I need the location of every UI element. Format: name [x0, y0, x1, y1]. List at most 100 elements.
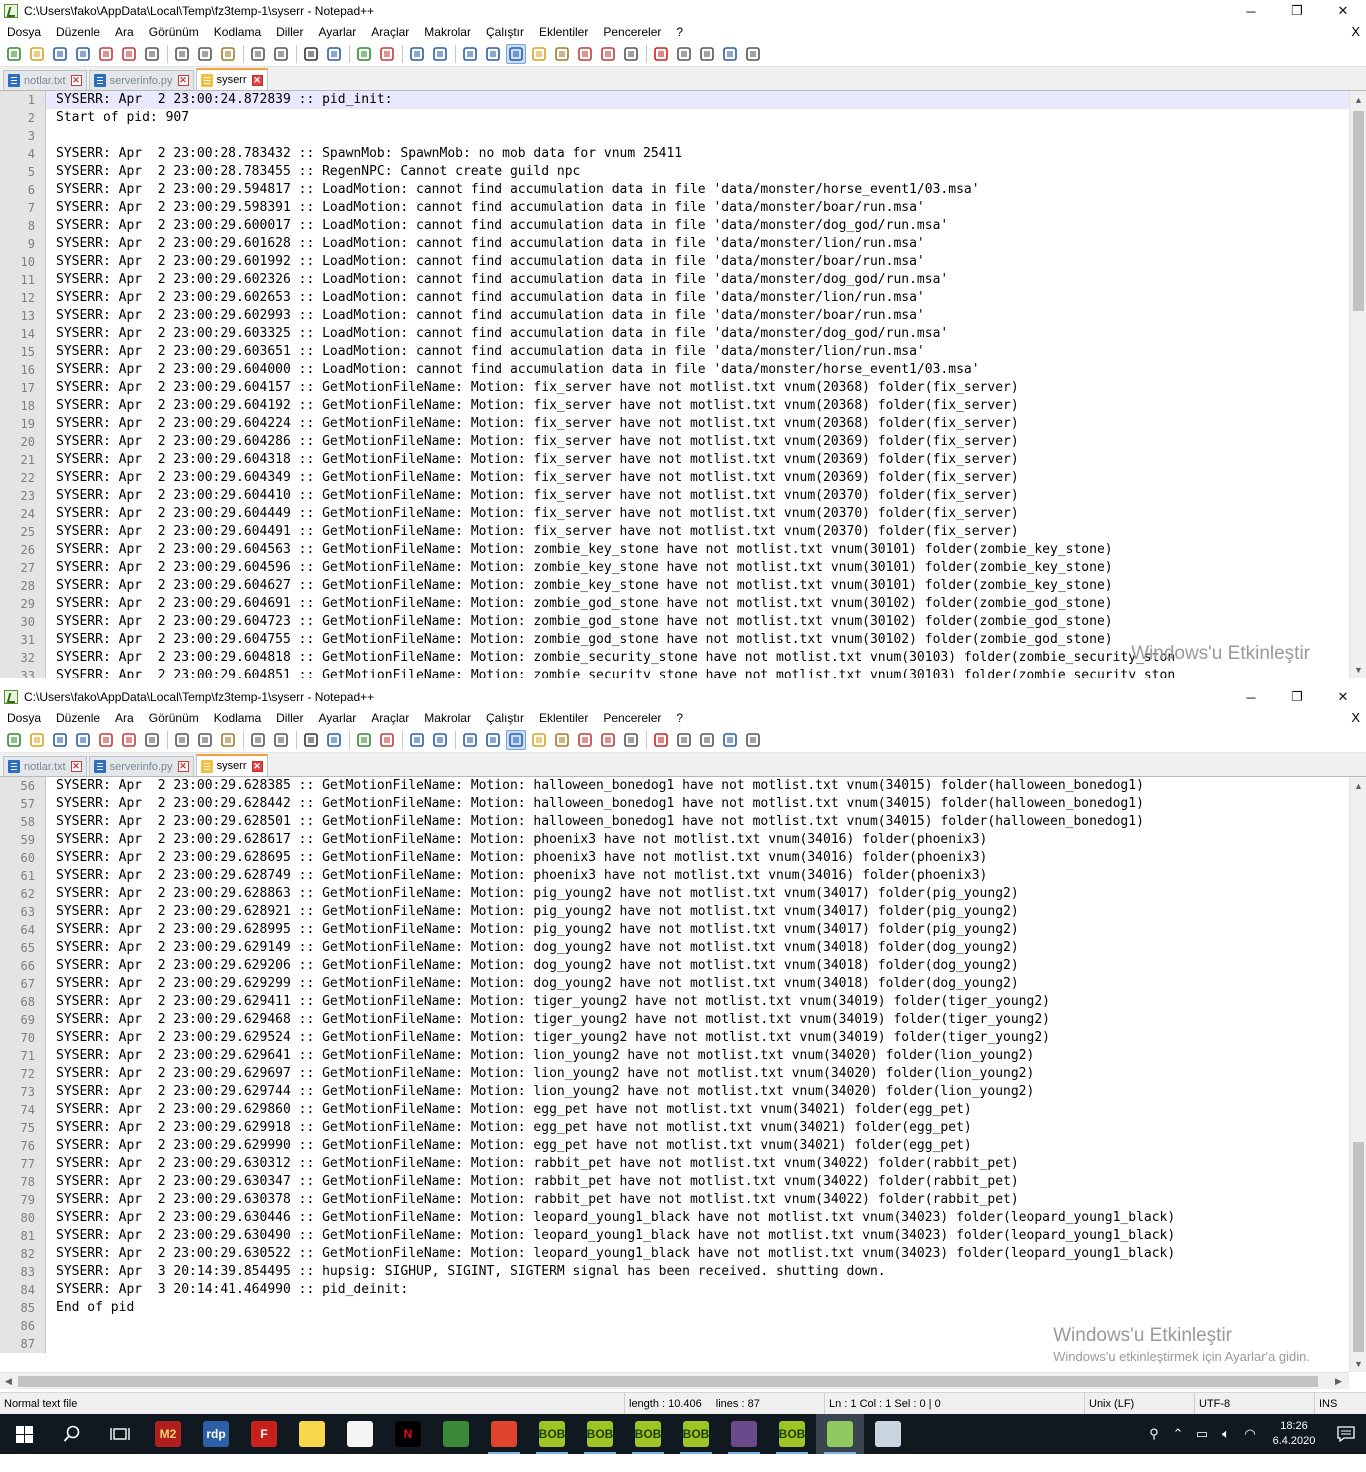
line-text[interactable]: SYSERR: Apr 2 23:00:29.629149 :: GetMoti…: [46, 939, 1019, 957]
line-text[interactable]: SYSERR: Apr 2 23:00:29.604818 :: GetMoti…: [46, 649, 1175, 667]
scroll-up-icon[interactable]: ▲: [1350, 777, 1366, 794]
code-line[interactable]: 9 SYSERR: Apr 2 23:00:29.601628 :: LoadMo…: [0, 235, 1366, 253]
code-line[interactable]: 26 SYSERR: Apr 2 23:00:29.604563 :: GetMo…: [0, 541, 1366, 559]
code-line[interactable]: 14 SYSERR: Apr 2 23:00:29.603325 :: LoadM…: [0, 325, 1366, 343]
taskbar-app-icon[interactable]: BOB: [672, 1414, 720, 1454]
line-text[interactable]: SYSERR: Apr 2 23:00:29.628501 :: GetMoti…: [46, 813, 1144, 831]
line-text[interactable]: SYSERR: Apr 2 23:00:29.604224 :: GetMoti…: [46, 415, 1019, 433]
code-line[interactable]: 15 SYSERR: Apr 2 23:00:29.603651 :: LoadM…: [0, 343, 1366, 361]
line-text[interactable]: SYSERR: Apr 2 23:00:29.629468 :: GetMoti…: [46, 1011, 1050, 1029]
code-line[interactable]: 10 SYSERR: Apr 2 23:00:29.601992 :: LoadM…: [0, 253, 1366, 271]
indent-guide-icon[interactable]: [506, 730, 526, 750]
taskbar-app-icon[interactable]: [816, 1414, 864, 1454]
find-icon[interactable]: [301, 44, 321, 64]
zoom-out-icon[interactable]: [377, 44, 397, 64]
minimize-button[interactable]: ─: [1228, 686, 1274, 708]
monitoring-icon[interactable]: [621, 730, 641, 750]
code-line[interactable]: 83 SYSERR: Apr 3 20:14:39.854495 :: hupsi…: [0, 1263, 1366, 1281]
tab-close-icon[interactable]: ✕: [251, 74, 263, 86]
find-icon[interactable]: [301, 730, 321, 750]
taskbar-app-icon[interactable]: [480, 1414, 528, 1454]
code-line[interactable]: 69 SYSERR: Apr 2 23:00:29.629468 :: GetMo…: [0, 1011, 1366, 1029]
close-file-icon[interactable]: [96, 44, 116, 64]
line-text[interactable]: SYSERR: Apr 2 23:00:29.603651 :: LoadMot…: [46, 343, 925, 361]
text-editor[interactable]: 56 SYSERR: Apr 2 23:00:29.628385 :: GetMo…: [0, 777, 1366, 1389]
taskbar-app-icon[interactable]: [288, 1414, 336, 1454]
run-macro-multiple-icon[interactable]: [720, 44, 740, 64]
play-macro-icon[interactable]: [697, 730, 717, 750]
scrollbar-thumb[interactable]: [1353, 1142, 1364, 1352]
line-text[interactable]: SYSERR: Apr 2 23:00:29.630522 :: GetMoti…: [46, 1245, 1175, 1263]
code-line[interactable]: 79 SYSERR: Apr 2 23:00:29.630378 :: GetMo…: [0, 1191, 1366, 1209]
scroll-down-icon[interactable]: ▼: [1350, 661, 1366, 678]
language-udl-icon[interactable]: [529, 44, 549, 64]
menu-ara[interactable]: Ara: [108, 25, 142, 39]
new-file-icon[interactable]: [4, 730, 24, 750]
action-center-button[interactable]: [1326, 1414, 1366, 1454]
code-line[interactable]: 84 SYSERR: Apr 3 20:14:41.464990 :: pid_d…: [0, 1281, 1366, 1299]
menu-diller[interactable]: Diller: [269, 711, 311, 725]
line-text[interactable]: SYSERR: Apr 2 23:00:29.629860 :: GetMoti…: [46, 1101, 972, 1119]
taskbar-app-icon[interactable]: N: [384, 1414, 432, 1454]
code-line[interactable]: 33 SYSERR: Apr 2 23:00:29.604851 :: GetMo…: [0, 667, 1366, 678]
line-text[interactable]: SYSERR: Apr 2 23:00:29.604318 :: GetMoti…: [46, 451, 1019, 469]
task-view-button[interactable]: [96, 1414, 144, 1454]
taskbar-app-icon[interactable]: rdp: [192, 1414, 240, 1454]
volume-icon[interactable]: 🔈︎: [1214, 1414, 1238, 1454]
close-all-icon[interactable]: [119, 730, 139, 750]
code-line[interactable]: 21 SYSERR: Apr 2 23:00:29.604318 :: GetMo…: [0, 451, 1366, 469]
tab-syserr[interactable]: syserr ✕: [195, 754, 268, 776]
redo-icon[interactable]: [271, 44, 291, 64]
menu-ara[interactable]: Ara: [108, 711, 142, 725]
tab-serverinfo[interactable]: serverinfo.py ✕: [88, 70, 194, 90]
taskbar-app-icon[interactable]: [432, 1414, 480, 1454]
line-text[interactable]: Start of pid: 907: [46, 109, 189, 127]
show-all-chars-icon[interactable]: [483, 730, 503, 750]
record-macro-icon[interactable]: [651, 44, 671, 64]
restore-button[interactable]: ❐: [1274, 0, 1320, 22]
play-macro-icon[interactable]: [697, 44, 717, 64]
line-text[interactable]: [46, 1317, 56, 1335]
document-map-icon[interactable]: [552, 44, 572, 64]
code-line[interactable]: 66 SYSERR: Apr 2 23:00:29.629206 :: GetMo…: [0, 957, 1366, 975]
line-text[interactable]: SYSERR: Apr 2 23:00:29.594817 :: LoadMot…: [46, 181, 980, 199]
taskbar-app-icon[interactable]: BOB: [528, 1414, 576, 1454]
line-text[interactable]: SYSERR: Apr 2 23:00:29.629697 :: GetMoti…: [46, 1065, 1034, 1083]
code-line[interactable]: 13 SYSERR: Apr 2 23:00:29.602993 :: LoadM…: [0, 307, 1366, 325]
code-line[interactable]: 16 SYSERR: Apr 2 23:00:29.604000 :: LoadM…: [0, 361, 1366, 379]
menu-ayarlar[interactable]: Ayarlar: [311, 25, 364, 39]
line-text[interactable]: SYSERR: Apr 2 23:00:29.604000 :: LoadMot…: [46, 361, 980, 379]
line-text[interactable]: SYSERR: Apr 2 23:00:29.628442 :: GetMoti…: [46, 795, 1144, 813]
line-text[interactable]: SYSERR: Apr 2 23:00:29.604410 :: GetMoti…: [46, 487, 1019, 505]
line-text[interactable]: [46, 1335, 56, 1353]
code-line[interactable]: 22 SYSERR: Apr 2 23:00:29.604349 :: GetMo…: [0, 469, 1366, 487]
menu-kodlama[interactable]: Kodlama: [207, 25, 269, 39]
code-line[interactable]: 56 SYSERR: Apr 2 23:00:29.628385 :: GetMo…: [0, 777, 1366, 795]
line-text[interactable]: SYSERR: Apr 2 23:00:29.598391 :: LoadMot…: [46, 199, 925, 217]
line-text[interactable]: SYSERR: Apr 2 23:00:29.628385 :: GetMoti…: [46, 777, 1144, 795]
taskbar-app-icon[interactable]: [720, 1414, 768, 1454]
line-text[interactable]: SYSERR: Apr 2 23:00:29.628863 :: GetMoti…: [46, 885, 1019, 903]
vertical-scrollbar[interactable]: ▲ ▼: [1349, 777, 1366, 1372]
stop-macro-icon[interactable]: [674, 730, 694, 750]
line-text[interactable]: SYSERR: Apr 2 23:00:29.628995 :: GetMoti…: [46, 921, 1019, 939]
line-text[interactable]: SYSERR: Apr 3 20:14:39.854495 :: hupsig:…: [46, 1263, 886, 1281]
code-line[interactable]: 59 SYSERR: Apr 2 23:00:29.628617 :: GetMo…: [0, 831, 1366, 849]
line-text[interactable]: SYSERR: Apr 2 23:00:29.629524 :: GetMoti…: [46, 1029, 1050, 1047]
code-line[interactable]: 73 SYSERR: Apr 2 23:00:29.629744 :: GetMo…: [0, 1083, 1366, 1101]
line-text[interactable]: SYSERR: Apr 2 23:00:29.603325 :: LoadMot…: [46, 325, 948, 343]
code-line[interactable]: 27 SYSERR: Apr 2 23:00:29.604596 :: GetMo…: [0, 559, 1366, 577]
undo-icon[interactable]: [248, 44, 268, 64]
open-file-icon[interactable]: [27, 730, 47, 750]
line-text[interactable]: SYSERR: Apr 2 23:00:29.602326 :: LoadMot…: [46, 271, 948, 289]
line-text[interactable]: SYSERR: Apr 2 23:00:29.604491 :: GetMoti…: [46, 523, 1019, 541]
taskbar-app-icon[interactable]: M2: [144, 1414, 192, 1454]
menu-help[interactable]: ?: [669, 711, 691, 725]
paste-icon[interactable]: [218, 44, 238, 64]
menu-dosya[interactable]: Dosya: [0, 711, 49, 725]
menu-kodlama[interactable]: Kodlama: [207, 711, 269, 725]
tab-notlar[interactable]: notlar.txt ✕: [3, 756, 87, 776]
stop-macro-icon[interactable]: [674, 44, 694, 64]
redo-icon[interactable]: [271, 730, 291, 750]
folder-workspace-icon[interactable]: [598, 730, 618, 750]
